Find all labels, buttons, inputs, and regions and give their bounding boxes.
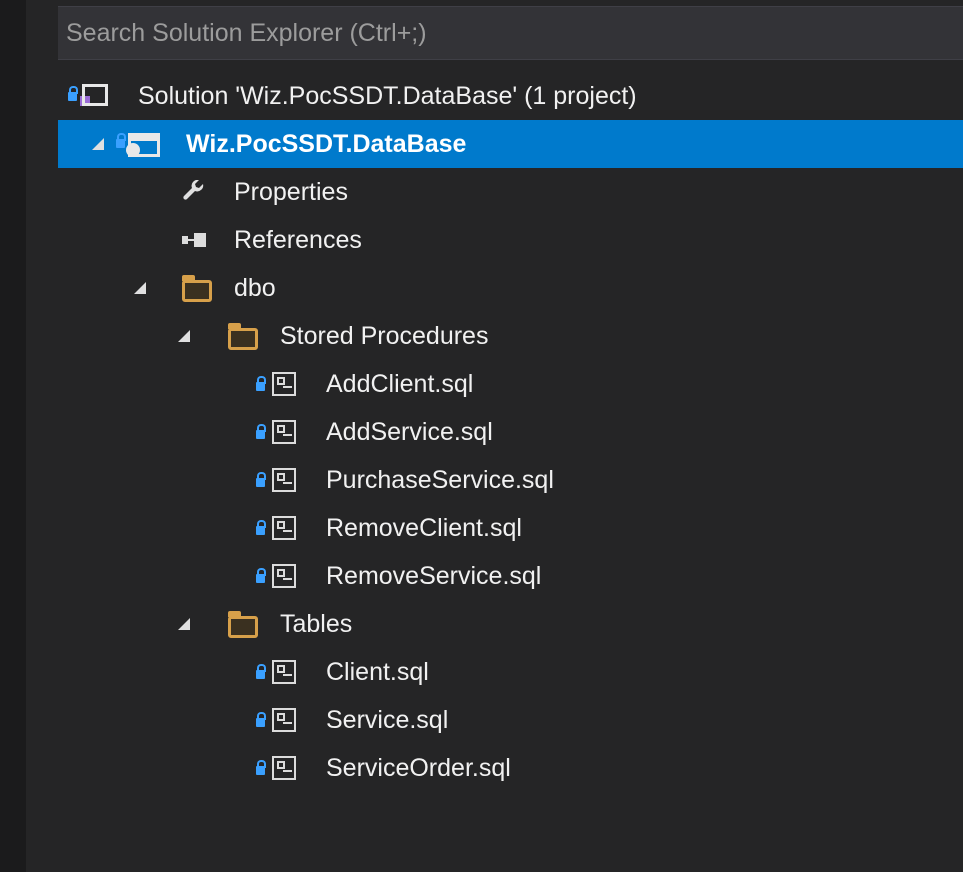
folder-icon	[182, 275, 212, 302]
references-label: References	[234, 225, 362, 254]
tree-item-sql-file[interactable]: RemoveService.sql	[58, 552, 963, 600]
expanded-arrow-icon[interactable]	[134, 282, 146, 294]
project-label: Wiz.PocSSDT.DataBase	[186, 129, 467, 158]
references-icon	[182, 233, 212, 247]
dbo-folder-label: dbo	[234, 273, 276, 302]
sql-file-label: ServiceOrder.sql	[326, 753, 511, 782]
sql-file-label: AddService.sql	[326, 417, 493, 446]
sql-file-label: PurchaseService.sql	[326, 465, 554, 494]
sql-file-icon	[272, 516, 296, 540]
properties-label: Properties	[234, 177, 348, 206]
folder-icon	[228, 611, 258, 638]
lock-icon	[68, 86, 78, 101]
lock-icon	[116, 133, 126, 148]
tree-item-dbo-folder[interactable]: dbo	[58, 264, 963, 312]
tree-item-stored-procedures-folder[interactable]: Stored Procedures	[58, 312, 963, 360]
sql-file-icon	[272, 420, 296, 444]
solution-tree: Solution 'Wiz.PocSSDT.DataBase' (1 proje…	[58, 72, 963, 792]
solution-icon	[66, 84, 108, 108]
lock-icon	[256, 664, 266, 679]
left-margin-strip	[0, 0, 26, 872]
left-panel-edge	[26, 0, 58, 872]
sql-file-icon	[272, 708, 296, 732]
tables-label: Tables	[280, 609, 353, 638]
tree-item-properties[interactable]: Properties	[58, 168, 963, 216]
tree-item-project[interactable]: Wiz.PocSSDT.DataBase	[58, 120, 963, 168]
sql-file-icon	[272, 660, 296, 684]
search-input[interactable]	[66, 15, 946, 51]
lock-icon	[256, 760, 266, 775]
sql-file-icon	[272, 756, 296, 780]
lock-icon	[256, 520, 266, 535]
tree-item-sql-file[interactable]: ServiceOrder.sql	[58, 744, 963, 792]
expanded-arrow-icon[interactable]	[178, 330, 190, 342]
stored-procedures-label: Stored Procedures	[280, 321, 489, 350]
tree-item-sql-file[interactable]: RemoveClient.sql	[58, 504, 963, 552]
tree-item-sql-file[interactable]: AddClient.sql	[58, 360, 963, 408]
sql-file-label: RemoveClient.sql	[326, 513, 522, 542]
lock-icon	[256, 376, 266, 391]
lock-icon	[256, 568, 266, 583]
sql-file-label: AddClient.sql	[326, 369, 474, 398]
tree-item-sql-file[interactable]: AddService.sql	[58, 408, 963, 456]
sql-file-label: RemoveService.sql	[326, 561, 542, 590]
tree-item-sql-file[interactable]: PurchaseService.sql	[58, 456, 963, 504]
sql-file-icon	[272, 372, 296, 396]
lock-icon	[256, 712, 266, 727]
database-project-icon	[114, 131, 164, 157]
tree-item-references[interactable]: References	[58, 216, 963, 264]
solution-explorer-panel: Solution 'Wiz.PocSSDT.DataBase' (1 proje…	[58, 0, 963, 872]
sql-file-icon	[272, 468, 296, 492]
sql-file-label: Service.sql	[326, 705, 449, 734]
lock-icon	[256, 472, 266, 487]
lock-icon	[256, 424, 266, 439]
expanded-arrow-icon[interactable]	[92, 138, 104, 150]
tree-item-solution[interactable]: Solution 'Wiz.PocSSDT.DataBase' (1 proje…	[58, 72, 963, 120]
solution-label: Solution 'Wiz.PocSSDT.DataBase' (1 proje…	[138, 81, 637, 110]
tree-item-sql-file[interactable]: Service.sql	[58, 696, 963, 744]
sql-file-label: Client.sql	[326, 657, 429, 686]
tree-item-tables-folder[interactable]: Tables	[58, 600, 963, 648]
folder-icon	[228, 323, 258, 350]
search-box[interactable]	[58, 6, 963, 60]
wrench-icon	[183, 180, 204, 200]
tree-item-sql-file[interactable]: Client.sql	[58, 648, 963, 696]
expanded-arrow-icon[interactable]	[178, 618, 190, 630]
sql-file-icon	[272, 564, 296, 588]
